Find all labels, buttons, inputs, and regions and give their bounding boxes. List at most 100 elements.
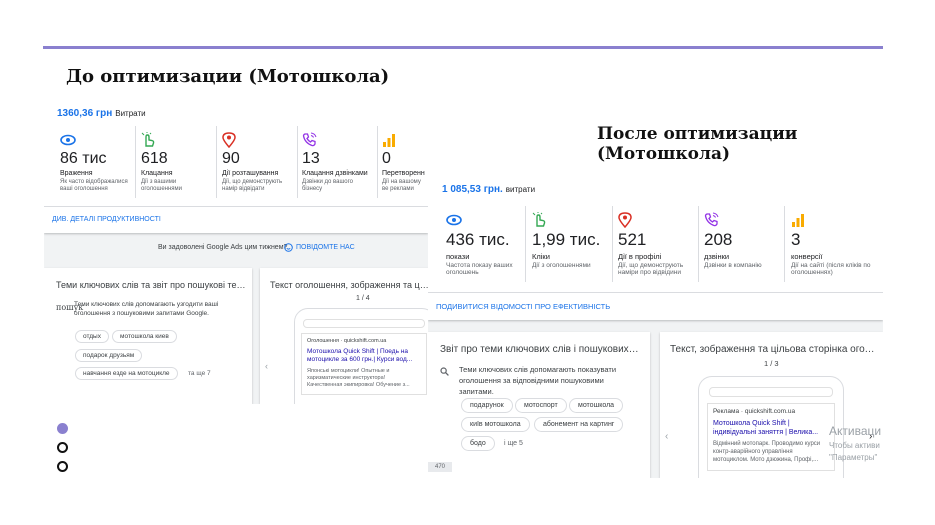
keyword-chip[interactable]: отдых	[75, 330, 109, 343]
before-cost: 1360,36 грн Витрати	[57, 108, 146, 119]
after-conversions-sub: Дії на сайті (після кліків по оголошення…	[791, 262, 871, 277]
keyword-chip[interactable]: мотошкола киев	[112, 330, 177, 343]
click-hand-icon	[141, 132, 155, 147]
before-location-sub: Дії, що демонструють намір відвідати	[222, 179, 283, 192]
eye-icon	[60, 134, 76, 146]
before-screenshot: 1360,36 грн Витрати 86 тис Враження Як ча…	[44, 96, 428, 404]
after-ad-preview[interactable]: Реклама · quickshift.com.ua Мотошкола Qu…	[707, 403, 835, 471]
after-ad-title: Мотошкола Quick Shift | індивідуальні за…	[713, 420, 819, 437]
before-details-link[interactable]: ДИВ. ДЕТАЛІ ПРОДУКТИВНОСТІ	[52, 216, 161, 223]
after-divider	[698, 206, 699, 282]
before-cost-label: Витрати	[115, 109, 146, 118]
slide-nav-dot-1[interactable]	[57, 423, 68, 434]
after-cost: 1 085,53 грн. витрати	[442, 184, 535, 195]
before-card-divider	[44, 206, 428, 207]
click-hand-icon	[532, 212, 546, 227]
chevron-left-icon[interactable]: ‹	[265, 361, 268, 371]
phone-call-icon	[302, 132, 317, 147]
keyword-chip[interactable]: київ мотошкола	[461, 417, 530, 432]
before-location-name: Дії розташування	[222, 170, 279, 177]
before-metric-conversions[interactable]: 0 Перетворенн Дії на вашому ве реклами	[382, 132, 428, 202]
watermark-title: Активаци	[829, 424, 882, 438]
search-icon	[440, 367, 449, 376]
slide-top-rule	[43, 46, 883, 49]
before-metric-calls[interactable]: 13 Клацання дзвінками Дзвінки до вашого …	[302, 132, 376, 202]
before-summary-card: 1360,36 грн Витрати 86 тис Враження Як ча…	[44, 96, 428, 233]
before-keywords-more[interactable]: та ще 7	[188, 370, 211, 377]
before-clicks-value: 618	[141, 150, 168, 167]
after-keywords-card: Звіт про теми ключових слів і пошукових …	[428, 332, 650, 478]
eye-icon	[446, 214, 462, 226]
after-divider	[784, 206, 785, 282]
chevron-left-icon[interactable]: ‹	[665, 431, 668, 442]
after-title: После оптимизации (Мотошкола)	[597, 124, 798, 164]
before-feedback-question: Ви задоволені Google Ads цим тижнем?	[158, 244, 288, 251]
after-card-divider	[428, 292, 883, 293]
after-metric-conversions[interactable]: 3 конверсії Дії на сайті (після кліків п…	[791, 212, 873, 288]
bar-chart-icon	[383, 134, 395, 147]
phone-search-bar	[303, 319, 425, 328]
after-details-link[interactable]: ПОДИВИТИСЯ ВІДОМОСТІ ПРО ЕФЕКТИВНІСТЬ	[436, 302, 610, 311]
after-profile-sub: Дії, що демонструють наміри про відвідин…	[618, 262, 684, 277]
before-location-value: 90	[222, 150, 240, 167]
after-ad-pager: 1 / 3	[764, 359, 779, 368]
before-conversions-value: 0	[382, 150, 391, 167]
keyword-chip[interactable]: абонемент на картинг	[534, 417, 624, 432]
before-phone-mockup: Оголошення · quickshift.com.ua Мотошкола…	[294, 308, 428, 404]
after-keywords-more[interactable]: і ще 5	[504, 440, 523, 447]
before-divider	[297, 126, 298, 198]
before-divider	[377, 126, 378, 198]
after-clicks-name: Кліки	[532, 252, 550, 261]
before-title: До оптимизации (Мотошкола)	[66, 66, 390, 87]
bar-chart-icon	[792, 214, 804, 227]
watermark-line2: "Параметры"	[829, 453, 878, 462]
after-keywords-description: Теми ключових слів допомагають показуват…	[459, 365, 617, 396]
after-ad-body: Відмінний мотопарк. Проводимо курси конт…	[713, 441, 821, 464]
after-metric-profile[interactable]: 521 Дії в профілі Дії, що демонструють н…	[618, 212, 700, 288]
before-calls-value: 13	[302, 150, 320, 167]
before-impressions-sub: Як часто відображалися ваші оголошення	[60, 179, 128, 192]
before-impressions-value: 86 тис	[60, 150, 107, 167]
before-ad-preview[interactable]: Оголошення · quickshift.com.ua Мотошкола…	[301, 333, 427, 395]
keyword-chip[interactable]: подарок друзьям	[75, 349, 143, 362]
after-clicks-value: 1,99 тис.	[532, 230, 601, 249]
before-metric-clicks[interactable]: 618 Клацання Дії з вашими оголошеннями	[141, 132, 215, 202]
keyword-chip[interactable]: навчання езде на мотоцикле	[75, 367, 178, 380]
after-cost-label: витрати	[505, 185, 536, 194]
after-screenshot: 1 085,53 грн. витрати 436 тис. покази Час…	[428, 172, 883, 478]
after-impressions-sub: Частота показу ваших оголошень	[446, 262, 513, 277]
keyword-chip[interactable]: мотоспорт	[515, 398, 567, 413]
after-impressions-name: покази	[446, 252, 470, 261]
before-ad-card-title[interactable]: Текст оголошення, зображення та цільо	[270, 280, 428, 290]
before-conversions-sub: Дії на вашому ве реклами	[382, 179, 421, 192]
after-phone-mockup: Реклама · quickshift.com.ua Мотошкола Qu…	[698, 376, 844, 478]
before-feedback-link[interactable]: ПОВІДОМТЕ НАС	[296, 244, 355, 251]
after-summary-card: 1 085,53 грн. витрати 436 тис. покази Час…	[428, 172, 883, 320]
phone-call-icon	[704, 212, 719, 227]
slide-nav-dot-3[interactable]	[57, 461, 68, 472]
after-metric-calls[interactable]: 208 дзвінки Дзвінки в компанію	[704, 212, 786, 288]
after-calls-value: 208	[704, 230, 733, 249]
keyword-chip[interactable]: подарунок	[461, 398, 513, 413]
before-ad-pager: 1 / 4	[356, 295, 370, 302]
before-divider	[135, 126, 136, 198]
before-cost-amount: 1360,36 грн	[57, 108, 113, 119]
after-profile-name: Дії в профілі	[618, 252, 662, 261]
after-metric-impressions[interactable]: 436 тис. покази Частота показу ваших ого…	[446, 212, 528, 288]
before-clicks-sub: Дії з вашими оголошеннями	[141, 179, 183, 192]
before-keywords-description: Теми ключових слів допомагають узгодити …	[74, 301, 219, 318]
after-conversions-value: 3	[791, 230, 801, 249]
before-ad-card: Текст оголошення, зображення та цільо 1 …	[260, 268, 428, 404]
before-ad-body: Японські мотоцикли! Опытные и харизматич…	[307, 368, 410, 389]
before-divider	[216, 126, 217, 198]
before-metric-impressions[interactable]: 86 тис Враження Як часто відображалися в…	[60, 132, 134, 202]
slide-nav-dot-2[interactable]	[57, 442, 68, 453]
keyword-chip[interactable]: мотошкола	[569, 398, 624, 413]
before-keywords-title[interactable]: Теми ключових слів та звіт про пошукові …	[56, 280, 246, 290]
after-metric-clicks[interactable]: 1,99 тис. Кліки Дії з оголошеннями	[532, 212, 614, 288]
watermark-line1: Чтобы активи	[829, 441, 880, 450]
after-ad-card-title[interactable]: Текст, зображення та цільова сторінка ог…	[670, 344, 876, 355]
after-keywords-title[interactable]: Звіт про теми ключових слів і пошукових …	[440, 344, 640, 355]
before-metric-location[interactable]: 90 Дії розташування Дії, що демонструють…	[222, 132, 296, 202]
keyword-chip[interactable]: бодо	[461, 436, 495, 451]
